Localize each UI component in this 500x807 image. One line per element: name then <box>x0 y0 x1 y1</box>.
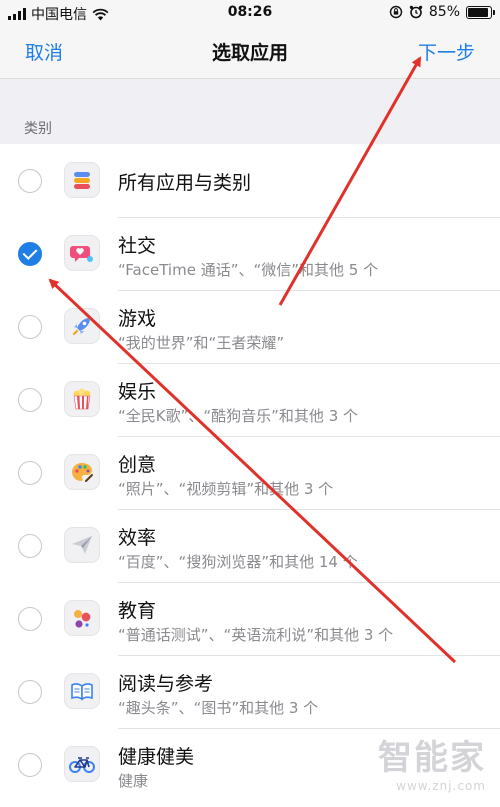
annotation-arrow-to-next <box>278 56 422 306</box>
annotation-arrow-to-social <box>48 278 457 664</box>
annotation-overlay <box>48 56 457 664</box>
